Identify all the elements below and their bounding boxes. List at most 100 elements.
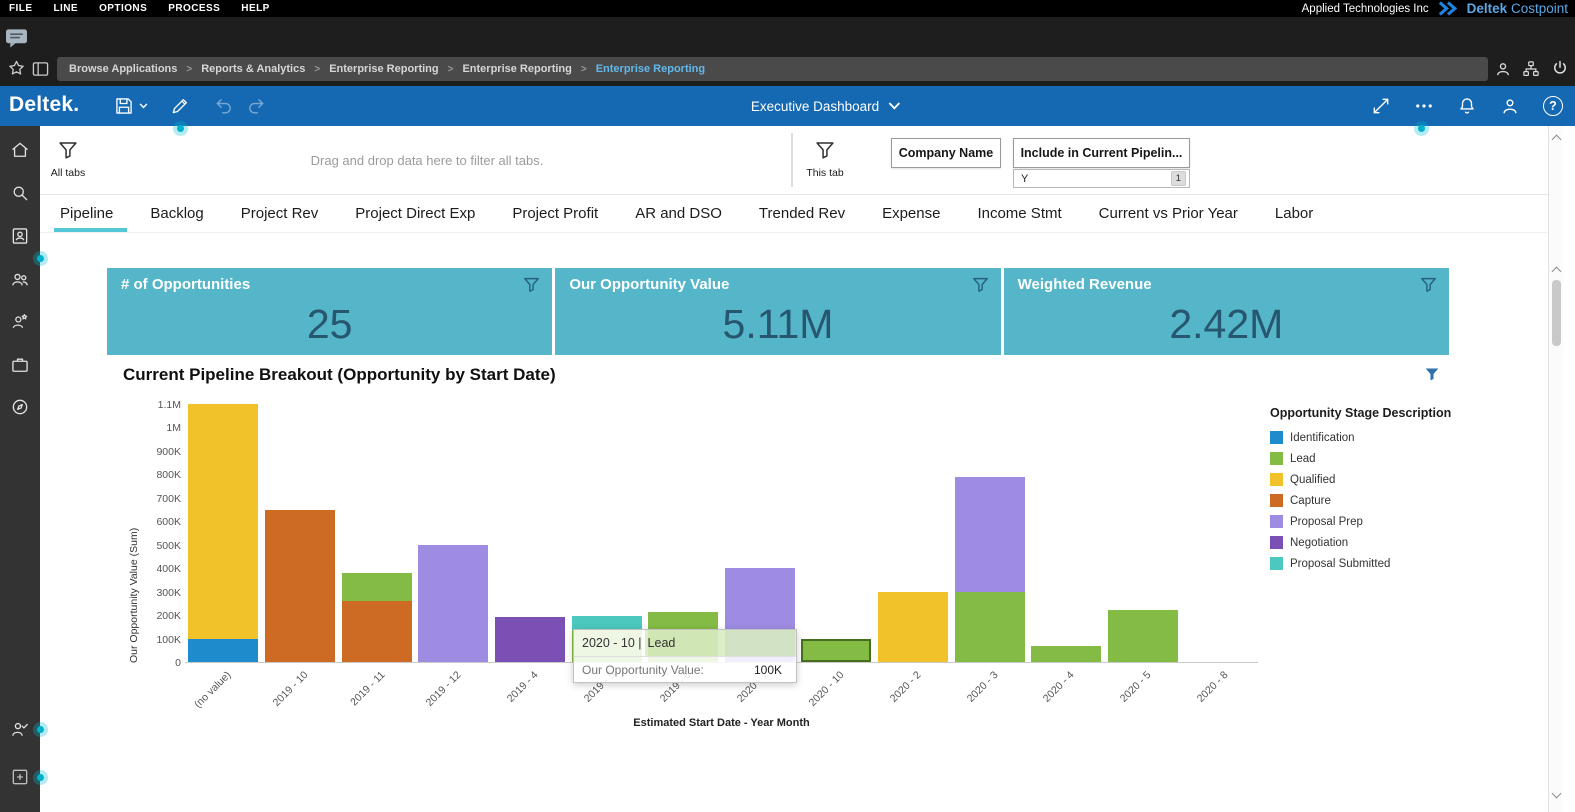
menu-item-help[interactable]: HELP	[241, 3, 269, 14]
tab-ar-and-dso[interactable]: AR and DSO	[631, 196, 726, 232]
bar-segment-2020-2-qualified[interactable]	[878, 592, 948, 662]
kpi-filter-funnel-icon[interactable]	[1420, 277, 1437, 293]
y-tick-label: 700K	[156, 493, 181, 505]
menu-item-file[interactable]: FILE	[9, 3, 32, 14]
menu-item-line[interactable]: LINE	[53, 3, 78, 14]
employee-badge-icon[interactable]	[10, 226, 30, 251]
search-icon[interactable]	[10, 183, 30, 208]
guide-beacon[interactable]	[33, 722, 48, 737]
tab-project-rev[interactable]: Project Rev	[237, 196, 323, 232]
bar-segment-2020-4-lead[interactable]	[1031, 646, 1101, 662]
kpi-filter-funnel-icon[interactable]	[523, 277, 540, 293]
breadcrumb-current[interactable]: Enterprise Reporting	[596, 63, 705, 75]
tab-income-stmt[interactable]: Income Stmt	[973, 196, 1065, 232]
filter-chip-company-name[interactable]: Company Name	[891, 138, 1001, 168]
all-tabs-filter[interactable]: All tabs	[46, 141, 90, 179]
scroll-down-icon[interactable]	[1552, 789, 1562, 799]
kpi-filter-funnel-icon[interactable]	[972, 277, 989, 293]
add-new-icon[interactable]	[10, 767, 30, 792]
scrollbar-thumb[interactable]	[1552, 280, 1561, 346]
undo-icon[interactable]	[214, 96, 234, 116]
guide-beacon[interactable]	[173, 121, 188, 136]
bar-segment-2019-12-proposal-prep[interactable]	[418, 545, 488, 662]
scroll-up-icon[interactable]	[1552, 135, 1562, 145]
edit-pencil-icon[interactable]	[170, 96, 190, 116]
tab-trended-rev[interactable]: Trended Rev	[755, 196, 849, 232]
compass-icon[interactable]	[10, 397, 30, 422]
person-star-icon[interactable]	[10, 312, 30, 337]
tab-project-profit[interactable]: Project Profit	[508, 196, 602, 232]
more-options-icon[interactable]	[1414, 96, 1434, 116]
bar-segment-2020-3-proposal-prep[interactable]	[955, 477, 1025, 592]
scroll-up-icon[interactable]	[1552, 267, 1562, 277]
guide-beacon[interactable]	[33, 251, 48, 266]
legend-item-proposal-submitted[interactable]: Proposal Submitted	[1270, 553, 1485, 574]
y-tick-label: 100K	[156, 634, 181, 646]
guide-beacon[interactable]	[1414, 121, 1429, 136]
save-icon[interactable]	[114, 96, 134, 116]
tab-labor[interactable]: Labor	[1271, 196, 1317, 232]
tab-project-direct-exp[interactable]: Project Direct Exp	[351, 196, 479, 232]
filter-drop-zone[interactable]: Drag and drop data here to filter all ta…	[100, 140, 754, 180]
filter-chip-include-in-current-pipeline[interactable]: Include in Current Pipelin...	[1013, 138, 1190, 168]
power-icon[interactable]	[1551, 59, 1569, 77]
legend-item-lead[interactable]: Lead	[1270, 448, 1485, 469]
filter-pipeline-value[interactable]: Y 1	[1013, 169, 1190, 188]
chart-filter-funnel-icon[interactable]	[1424, 367, 1440, 382]
tab-backlog[interactable]: Backlog	[146, 196, 207, 232]
chart-legend: Opportunity Stage Description Identifica…	[1270, 406, 1485, 574]
filter-pipeline-value-text: Y	[1021, 173, 1028, 185]
person-check-icon[interactable]	[10, 719, 30, 744]
user-icon[interactable]	[1494, 60, 1512, 78]
chat-icon[interactable]	[5, 28, 28, 48]
breadcrumb-item[interactable]: Enterprise Reporting	[462, 63, 571, 75]
home-icon[interactable]	[10, 140, 30, 165]
y-tick-label: 200K	[156, 610, 181, 622]
org-chart-icon[interactable]	[1522, 60, 1540, 78]
layout-panel-icon[interactable]	[32, 61, 49, 77]
tab-expense[interactable]: Expense	[878, 196, 944, 232]
bar-segment-2020-3-lead[interactable]	[955, 592, 1025, 662]
x-tick-label: 2019 - 12	[385, 669, 464, 748]
bar-segment-no-value-qualified[interactable]	[188, 404, 258, 639]
briefcase-icon[interactable]	[10, 355, 30, 380]
bar-segment-2019-10-capture[interactable]	[265, 510, 335, 662]
legend-item-qualified[interactable]: Qualified	[1270, 469, 1485, 490]
breadcrumb-item[interactable]: Reports & Analytics	[201, 63, 305, 75]
menu-item-options[interactable]: OPTIONS	[99, 3, 147, 14]
tooltip-stage-highlight: Lead	[645, 630, 796, 656]
bar-segment-2020-5-lead[interactable]	[1108, 610, 1178, 662]
breadcrumb-item[interactable]: Browse Applications	[69, 63, 177, 75]
menu-item-process[interactable]: PROCESS	[168, 3, 220, 14]
legend-item-capture[interactable]: Capture	[1270, 490, 1485, 511]
tab-pipeline[interactable]: Pipeline	[56, 196, 117, 232]
redo-icon[interactable]	[246, 96, 266, 116]
bar-segment-no-value-identification[interactable]	[188, 639, 258, 662]
tab-current-vs-prior-year[interactable]: Current vs Prior Year	[1095, 196, 1242, 232]
save-caret-down-icon[interactable]	[139, 103, 148, 109]
dashboard-title: Executive Dashboard	[751, 99, 879, 114]
notifications-bell-icon[interactable]	[1457, 96, 1477, 116]
this-tab-filter[interactable]: This tab	[803, 141, 847, 179]
app-bar: Deltek. Executive Dashboard ?	[0, 86, 1575, 126]
vertical-scrollbar[interactable]	[1548, 126, 1563, 812]
y-tick-label: 1M	[166, 422, 181, 434]
breadcrumb-item[interactable]: Enterprise Reporting	[329, 63, 438, 75]
help-icon[interactable]: ?	[1543, 96, 1563, 116]
favorites-star-icon[interactable]	[8, 60, 25, 77]
legend-item-identification[interactable]: Identification	[1270, 427, 1485, 448]
dashboard-selector[interactable]: Executive Dashboard	[751, 86, 900, 126]
profile-icon[interactable]	[1500, 96, 1520, 116]
bar-segment-2019-11-lead[interactable]	[342, 573, 412, 601]
drop-hint-text: Drag and drop data here to filter all ta…	[311, 153, 544, 168]
fullscreen-icon[interactable]	[1371, 96, 1391, 116]
guide-beacon[interactable]	[33, 770, 48, 785]
bar-segment-2019-4-negotiation[interactable]	[495, 617, 565, 662]
filter-row: All tabs Drag and drop data here to filt…	[40, 126, 1548, 195]
bar-segment-2020-10-lead[interactable]	[801, 639, 871, 662]
legend-item-proposal-prep[interactable]: Proposal Prep	[1270, 511, 1485, 532]
people-icon[interactable]	[10, 269, 30, 294]
bar-segment-2019-11-capture[interactable]	[342, 601, 412, 662]
legend-item-negotiation[interactable]: Negotiation	[1270, 532, 1485, 553]
kpi-value: 5.11M	[555, 296, 1000, 353]
